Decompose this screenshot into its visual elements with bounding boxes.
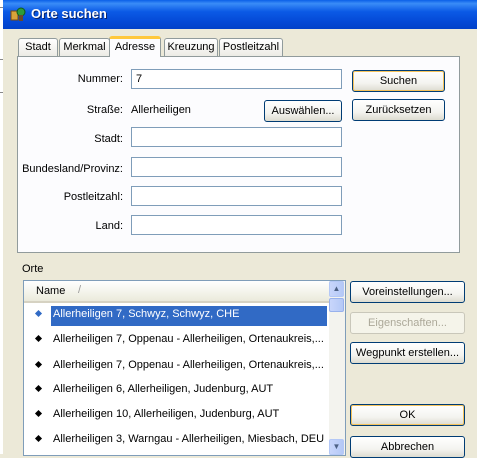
number-input[interactable] (131, 69, 342, 89)
tab-stadt[interactable]: Stadt (18, 38, 58, 56)
name-column-header[interactable]: Name / (24, 281, 330, 303)
place-icon (34, 409, 43, 418)
place-icon (34, 384, 43, 393)
tab-kreuzung[interactable]: Kreuzung (164, 38, 218, 56)
list-item[interactable]: Allerheiligen 7, Oppenau - Allerheiligen… (24, 328, 330, 352)
number-label: Nummer: (77, 73, 123, 85)
city-input[interactable] (131, 127, 342, 147)
places-group-label: Orte (22, 263, 44, 275)
country-input[interactable] (131, 215, 342, 235)
list-item[interactable]: Allerheiligen 3, Warngau - Allerheiligen… (24, 428, 330, 452)
scroll-down-icon[interactable]: ▼ (329, 439, 344, 455)
list-item[interactable]: Allerheiligen 7, Schwyz, Schwyz, CHE (24, 303, 330, 327)
place-icon (34, 360, 43, 369)
state-input[interactable] (131, 157, 342, 177)
list-item-label: Allerheiligen 7, Oppenau - Allerheiligen… (53, 359, 324, 371)
list-item[interactable]: Allerheiligen 7, Oppenau - Allerheiligen… (24, 354, 330, 378)
cancel-button[interactable]: Abbrechen (350, 436, 465, 458)
reset-button[interactable]: Zurücksetzen (352, 99, 445, 121)
city-label: Stadt: (94, 133, 123, 145)
country-label: Land: (95, 220, 123, 232)
scroll-thumb[interactable] (329, 298, 344, 312)
scroll-up-icon[interactable]: ▲ (329, 281, 344, 297)
background-window-edge (0, 0, 3, 454)
title-bar[interactable]: Orte suchen (3, 0, 477, 29)
place-icon (34, 334, 43, 343)
places-list[interactable]: Name / Allerheiligen 7, Schwyz, Schwyz, … (23, 280, 346, 456)
place-icon (34, 434, 43, 443)
tab-merkmal[interactable]: Merkmal (59, 38, 110, 56)
list-item-label: Allerheiligen 7, Oppenau - Allerheiligen… (53, 333, 324, 345)
zip-label: Postleitzahl: (63, 191, 123, 203)
select-street-button[interactable]: Auswählen... (264, 100, 342, 122)
app-icon (10, 7, 26, 21)
list-item-label: Allerheiligen 6, Allerheiligen, Judenbur… (53, 383, 274, 395)
properties-button[interactable]: Eigenschaften... (350, 312, 465, 334)
street-label: Straße: (86, 104, 123, 116)
state-label: Bundesland/Provinz: (22, 163, 123, 175)
vertical-scrollbar[interactable]: ▲ ▼ (329, 281, 345, 455)
zip-input[interactable] (131, 186, 342, 206)
sort-ascending-icon: / (78, 284, 82, 296)
list-item[interactable]: Allerheiligen 10, Allerheiligen, Judenbu… (24, 403, 330, 427)
list-item-label: Allerheiligen 3, Warngau - Allerheiligen… (53, 433, 325, 445)
search-button[interactable]: Suchen (352, 70, 445, 92)
preferences-button[interactable]: Voreinstellungen... (350, 281, 465, 303)
place-icon (34, 309, 43, 318)
list-item-label: Allerheiligen 7, Schwyz, Schwyz, CHE (51, 306, 327, 326)
street-value: Allerheiligen (131, 104, 191, 116)
tab-adresse[interactable]: Adresse (109, 36, 161, 57)
list-item[interactable]: Allerheiligen 6, Allerheiligen, Judenbur… (24, 378, 330, 402)
list-item-label: Allerheiligen 10, Allerheiligen, Judenbu… (53, 408, 280, 420)
ok-button[interactable]: OK (350, 404, 465, 426)
tab-postleitzahl[interactable]: Postleitzahl (219, 38, 283, 56)
select-street-button-label: Auswählen... (271, 105, 335, 117)
name-column-label: Name (36, 285, 66, 297)
window-title: Orte suchen (31, 6, 107, 21)
create-waypoint-button[interactable]: Wegpunkt erstellen... (350, 342, 465, 364)
